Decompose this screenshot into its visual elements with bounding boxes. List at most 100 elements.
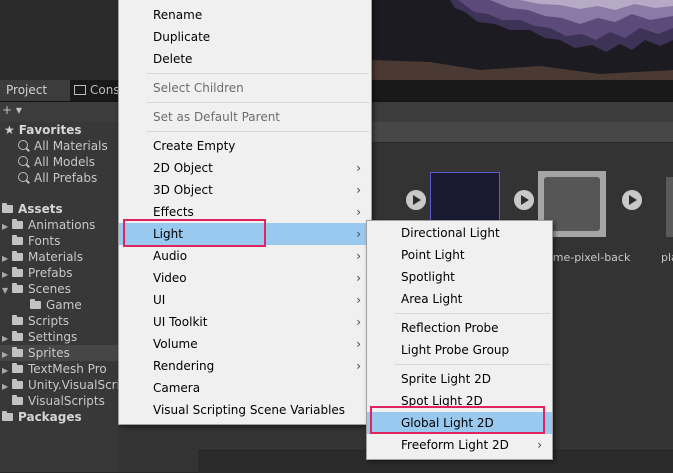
menu-item-rename[interactable]: Rename bbox=[119, 4, 371, 26]
folder-icon bbox=[12, 315, 23, 325]
submenu-arrow-icon: › bbox=[356, 249, 361, 263]
tree-item-sprites[interactable]: ▶ Sprites bbox=[0, 345, 118, 361]
scene-view[interactable] bbox=[370, 0, 673, 80]
menu-item-ui-toolkit[interactable]: UI Toolkit › bbox=[119, 311, 371, 333]
menu-item-label: Duplicate bbox=[153, 30, 211, 44]
menu-item-label: Audio bbox=[153, 249, 188, 263]
add-dropdown-icon[interactable]: + ▾ bbox=[2, 103, 22, 117]
tree-item-animations[interactable]: ▶ Animations bbox=[2, 217, 95, 233]
folder-icon bbox=[12, 379, 23, 389]
menu-item-light[interactable]: Light › bbox=[119, 223, 371, 245]
menu-item-label: Light bbox=[153, 227, 183, 241]
tree-item-unity-visualscripting[interactable]: ▶ Unity.VisualScri bbox=[2, 377, 120, 393]
tree-item-materials[interactable]: ▶ Materials bbox=[2, 249, 83, 265]
favorite-item-all-models[interactable]: All Models bbox=[18, 154, 95, 170]
favorite-item-label: All Models bbox=[34, 155, 95, 169]
folder-icon bbox=[30, 299, 41, 309]
menu-item-rendering[interactable]: Rendering › bbox=[119, 355, 371, 377]
tree-item-label: Game bbox=[46, 298, 82, 312]
menu-item-camera[interactable]: Camera bbox=[119, 377, 371, 399]
favorites-label: Favorites bbox=[18, 123, 82, 137]
favorite-item-all-prefabs[interactable]: All Prefabs bbox=[18, 170, 97, 186]
submenu-item-label: Point Light bbox=[401, 248, 465, 262]
menu-item-label: Volume bbox=[153, 337, 198, 351]
menu-item-label: UI bbox=[153, 293, 166, 307]
play-icon[interactable] bbox=[622, 190, 642, 210]
submenu-item-sprite-light-2d[interactable]: Sprite Light 2D bbox=[367, 368, 552, 390]
scene-preview-image bbox=[370, 0, 673, 80]
menu-separator bbox=[147, 73, 369, 74]
expand-arrow-icon[interactable]: ▶ bbox=[2, 219, 12, 235]
folder-icon bbox=[12, 219, 23, 229]
tree-item-game[interactable]: Game bbox=[30, 297, 82, 313]
light-submenu: Directional Light Point Light Spotlight … bbox=[366, 220, 553, 460]
menu-item-label: 2D Object bbox=[153, 161, 213, 175]
menu-separator bbox=[395, 364, 550, 365]
menu-item-visual-scripting-scene-variables[interactable]: Visual Scripting Scene Variables bbox=[119, 399, 371, 421]
tree-item-visualscripts[interactable]: VisualScripts bbox=[12, 393, 105, 409]
folder-icon bbox=[12, 267, 23, 277]
favorite-item-all-materials[interactable]: All Materials bbox=[18, 138, 108, 154]
submenu-item-reflection-probe[interactable]: Reflection Probe bbox=[367, 317, 552, 339]
submenu-item-label: Area Light bbox=[401, 292, 463, 306]
favorites-header[interactable]: ★ Favorites bbox=[4, 122, 81, 138]
menu-item-volume[interactable]: Volume › bbox=[119, 333, 371, 355]
collapse-arrow-icon[interactable]: ▼ bbox=[2, 283, 12, 299]
tree-item-scenes[interactable]: ▼ Scenes bbox=[2, 281, 71, 297]
menu-item-effects[interactable]: Effects › bbox=[119, 201, 371, 223]
menu-item-3d-object[interactable]: 3D Object › bbox=[119, 179, 371, 201]
menu-item-video[interactable]: Video › bbox=[119, 267, 371, 289]
submenu-item-label: Light Probe Group bbox=[401, 343, 510, 357]
folder-open-icon bbox=[12, 283, 23, 293]
tab-project[interactable]: Project bbox=[0, 80, 70, 101]
menu-item-audio[interactable]: Audio › bbox=[119, 245, 371, 267]
play-icon[interactable] bbox=[406, 190, 426, 210]
submenu-item-area-light[interactable]: Area Light bbox=[367, 288, 552, 310]
tree-item-label: Unity.VisualScri bbox=[28, 378, 120, 392]
submenu-arrow-icon: › bbox=[356, 271, 361, 285]
search-icon bbox=[18, 156, 28, 166]
menu-item-ui[interactable]: UI › bbox=[119, 289, 371, 311]
menu-item-delete[interactable]: Delete bbox=[119, 48, 371, 70]
tree-item-textmesh-pro[interactable]: ▶ TextMesh Pro bbox=[2, 361, 107, 377]
asset-thumbnail[interactable] bbox=[666, 177, 673, 237]
context-menu: Rename Duplicate Delete Select Children … bbox=[118, 0, 372, 425]
submenu-item-spot-light-2d[interactable]: Spot Light 2D bbox=[367, 390, 552, 412]
menu-item-duplicate[interactable]: Duplicate bbox=[119, 26, 371, 48]
submenu-item-label: Freeform Light 2D bbox=[401, 438, 509, 452]
favorite-item-label: All Prefabs bbox=[34, 171, 98, 185]
tree-item-scripts[interactable]: Scripts bbox=[12, 313, 69, 329]
submenu-arrow-icon: › bbox=[356, 315, 361, 329]
submenu-arrow-icon: › bbox=[537, 438, 542, 452]
tree-item-label: VisualScripts bbox=[28, 394, 105, 408]
tree-item-label: Scripts bbox=[28, 314, 70, 328]
menu-item-create-empty[interactable]: Create Empty bbox=[119, 135, 371, 157]
menu-item-2d-object[interactable]: 2D Object › bbox=[119, 157, 371, 179]
submenu-item-label: Sprite Light 2D bbox=[401, 372, 492, 386]
submenu-item-freeform-light-2d[interactable]: Freeform Light 2D › bbox=[367, 434, 552, 456]
submenu-item-spotlight[interactable]: Spotlight bbox=[367, 266, 552, 288]
submenu-item-global-light-2d[interactable]: Global Light 2D bbox=[367, 412, 552, 434]
tree-item-fonts[interactable]: Fonts bbox=[12, 233, 60, 249]
tree-item-settings[interactable]: ▶ Settings bbox=[2, 329, 77, 345]
tree-item-prefabs[interactable]: ▶ Prefabs bbox=[2, 265, 73, 281]
folder-icon bbox=[12, 331, 23, 341]
submenu-item-point-light[interactable]: Point Light bbox=[367, 244, 552, 266]
assets-header[interactable]: Assets bbox=[2, 201, 63, 217]
menu-item-label: Effects bbox=[153, 205, 194, 219]
console-icon bbox=[74, 85, 86, 95]
folder-icon bbox=[12, 363, 23, 373]
play-icon[interactable] bbox=[514, 190, 534, 210]
folder-icon bbox=[12, 347, 23, 357]
packages-header[interactable]: Packages bbox=[2, 409, 82, 425]
asset-label: ame-pixel-back bbox=[546, 251, 631, 264]
folder-icon bbox=[12, 235, 23, 245]
submenu-item-light-probe-group[interactable]: Light Probe Group bbox=[367, 339, 552, 361]
favorite-item-label: All Materials bbox=[34, 139, 108, 153]
menu-item-select-children: Select Children bbox=[119, 77, 371, 99]
menu-item-label: Rename bbox=[153, 8, 203, 22]
submenu-arrow-icon: › bbox=[356, 161, 361, 175]
submenu-item-directional-light[interactable]: Directional Light bbox=[367, 222, 552, 244]
expand-arrow-icon[interactable]: ▶ bbox=[2, 379, 12, 395]
tree-item-label: Scenes bbox=[28, 282, 71, 296]
